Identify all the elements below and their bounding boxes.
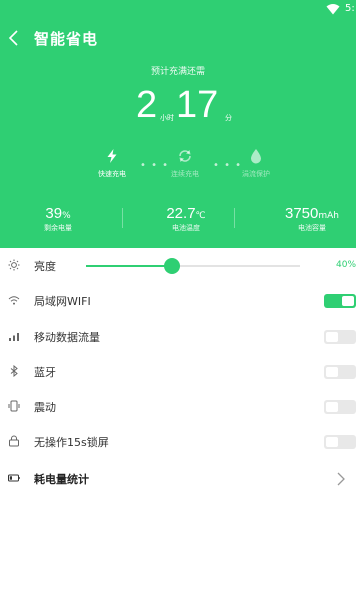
charge-subtitle: 预计充满还需 (150, 67, 205, 77)
stat-value: 22.7 (166, 205, 196, 222)
vibrate-toggle[interactable] (324, 400, 356, 414)
signal-bars-icon (9, 333, 19, 341)
charge-stages: 快速充电 • • • 连续充电 • • • 涓流保护 (0, 148, 356, 182)
brightness-value: 40% (336, 260, 356, 270)
wifi-toggle[interactable] (324, 294, 356, 308)
bluetooth-label: 蓝牙 (34, 366, 56, 379)
toggle-knob (342, 296, 354, 306)
vibrate-row[interactable]: 震动 (0, 389, 356, 424)
mobile-data-row[interactable]: 移动数据流量 (0, 319, 356, 354)
stat-label: 电池容量 (298, 224, 326, 232)
stat-label: 电池温度 (172, 224, 200, 232)
brightness-slider-fill (86, 265, 172, 267)
hours-value: 2 (136, 84, 158, 126)
brightness-label: 亮度 (34, 260, 56, 273)
wifi-row[interactable]: 局域网WIFI (0, 283, 356, 318)
brightness-slider[interactable] (86, 258, 300, 274)
stat-unit: ℃ (195, 211, 206, 221)
toggle-knob (326, 402, 338, 412)
stat-value: 39 (45, 205, 63, 222)
cycle-icon (179, 150, 191, 162)
stage-label: 快速充电 (98, 170, 126, 178)
charge-remaining-time: 2 小时 17 分 (0, 84, 356, 128)
bluetooth-icon (10, 365, 18, 377)
auto-lock-toggle[interactable] (324, 435, 356, 449)
brightness-icon (8, 259, 20, 271)
wifi-icon (326, 4, 340, 15)
stage-label: 连续充电 (171, 170, 199, 178)
lightning-icon (107, 149, 117, 163)
stage-trickle-protect: 涓流保护 (226, 148, 286, 179)
page-title: 智能省电 (34, 30, 99, 48)
battery-stats: 39% 剩余电量 22.7℃ 电池温度 3750mAh 电池容量 (0, 203, 356, 237)
toggle-knob (326, 332, 338, 342)
auto-lock-row[interactable]: 无操作15s锁屏 (0, 424, 356, 459)
vibrate-icon (8, 400, 20, 412)
bluetooth-row[interactable]: 蓝牙 (0, 354, 356, 389)
minutes-value: 17 (176, 84, 219, 126)
stage-continuous-charge: 连续充电 (155, 148, 215, 179)
brightness-slider-handle[interactable] (163, 258, 180, 274)
vibrate-label: 震动 (34, 401, 56, 414)
back-arrow-icon[interactable] (6, 28, 22, 48)
toggle-knob (326, 437, 338, 447)
hours-unit: 小时 (160, 114, 174, 122)
brightness-row: 亮度 40% (0, 248, 356, 283)
header: 5: 智能省电 预计充满还需 2 小时 17 分 快速充电 • • • 连续充电 (0, 0, 356, 248)
stage-label: 涓流保护 (242, 170, 270, 178)
power-stats-label: 耗电量统计 (34, 473, 89, 486)
stat-divider (122, 208, 123, 228)
stat-battery-temp: 22.7℃ 电池温度 (136, 203, 236, 233)
mobile-data-label: 移动数据流量 (34, 331, 100, 344)
chevron-right-icon (337, 472, 345, 486)
minutes-unit: 分 (225, 114, 232, 122)
wifi-signal-icon (8, 296, 20, 305)
stat-value: 3750 (284, 205, 319, 222)
stat-label: 剩余电量 (44, 224, 72, 232)
stat-remaining-charge: 39% 剩余电量 (8, 203, 108, 233)
stage-fast-charge: 快速充电 (82, 148, 142, 179)
auto-lock-label: 无操作15s锁屏 (34, 436, 109, 449)
stat-unit: mAh (318, 211, 339, 221)
lock-icon (9, 435, 19, 447)
status-bar: 5: (0, 0, 356, 20)
stat-divider (234, 208, 235, 228)
stat-unit: % (62, 211, 71, 221)
power-stats-row[interactable]: 耗电量统计 (0, 461, 356, 496)
stat-battery-capacity: 3750mAh 电池容量 (262, 203, 356, 233)
battery-icon (8, 474, 20, 482)
status-time: 5: (345, 3, 355, 14)
bluetooth-toggle[interactable] (324, 365, 356, 379)
toggle-knob (326, 367, 338, 377)
wifi-label: 局域网WIFI (34, 295, 91, 308)
drop-icon (251, 149, 261, 164)
mobile-data-toggle[interactable] (324, 330, 356, 344)
